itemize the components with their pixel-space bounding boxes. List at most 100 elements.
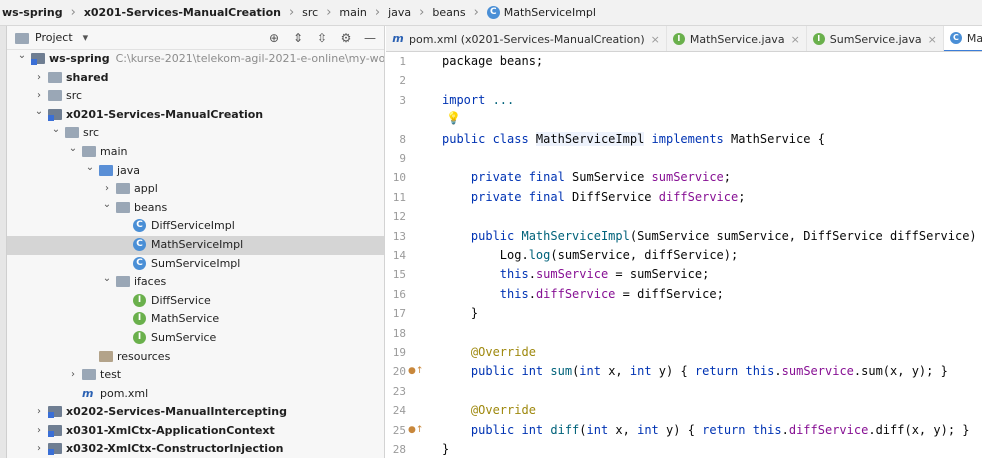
tree-item-pom-xml[interactable]: m pom.xml <box>7 385 384 404</box>
tree-item-text: resources <box>117 349 171 363</box>
close-icon[interactable]: × <box>791 33 800 46</box>
chevron-right-icon[interactable]: › <box>34 444 44 454</box>
code-token: y) { <box>666 422 703 437</box>
tree-item-label: src <box>66 89 82 102</box>
tab-pom-xml-x0201-services-manualcreation-[interactable]: m pom.xml (x0201-Services-ManualCreation)… <box>386 26 667 51</box>
code-token: return this <box>702 422 782 437</box>
tree-item-sumserviceimpl[interactable]: C SumServiceImpl <box>7 255 384 274</box>
hide-icon[interactable]: — <box>362 30 378 46</box>
tree-item-x0301-xmlctx-applicationcontext[interactable]: › x0301-XmlCtx-ApplicationContext <box>7 422 384 441</box>
tree-item-ws-spring[interactable]: ⌄ ws-spring C:\kurse-2021\telekom-agil-202… <box>7 50 384 69</box>
chevron-right-icon[interactable]: › <box>34 72 44 83</box>
chevron-down-icon[interactable]: ▾ <box>83 31 89 44</box>
code-token: ; <box>738 189 746 204</box>
project-panel-title[interactable]: Project <box>35 31 73 44</box>
tree-item-x0201-services-manualcreation[interactable]: ⌄ x0201-Services-ManualCreation <box>7 106 384 125</box>
tree-item-sumservice[interactable]: I SumService <box>7 329 384 348</box>
chevron-down-icon[interactable]: ⌄ <box>34 106 44 117</box>
code-token: = sumService; <box>608 267 710 282</box>
tree-item-shared[interactable]: › shared <box>7 69 384 88</box>
tree-item-main[interactable]: ⌄ main <box>7 143 384 162</box>
tree-item-x0302-xmlctx-constructorinjection[interactable]: › x0302-XmlCtx-ConstructorInjection <box>7 440 384 458</box>
chevron-down-icon[interactable]: ⌄ <box>17 51 27 61</box>
breadcrumb-item[interactable]: x0201-Services-ManualCreation <box>82 6 283 19</box>
chevron-right-icon[interactable]: › <box>68 370 78 380</box>
tree-item-diffserviceimpl[interactable]: C DiffServiceImpl <box>7 217 384 236</box>
expand-all-icon[interactable]: ⇕ <box>290 30 306 46</box>
chevron-down-icon[interactable]: ⌄ <box>51 125 61 135</box>
chevron-right-icon[interactable]: › <box>34 407 44 417</box>
tree-item-appl[interactable]: › appl <box>7 180 384 199</box>
tree-item-label: MathService <box>151 312 219 325</box>
tree-item-diffservice[interactable]: I DiffService <box>7 292 384 311</box>
code-token: int <box>629 364 659 379</box>
code-line: } <box>442 442 449 456</box>
code-token: . <box>528 286 536 301</box>
tree-item-test[interactable]: › test <box>7 366 384 385</box>
tree-item-mathserviceimpl[interactable]: C MathServiceImpl <box>7 235 384 255</box>
code-token: ( <box>579 422 587 437</box>
breadcrumb-item[interactable]: ws-spring <box>0 6 65 19</box>
tree-item-java[interactable]: ⌄ java <box>7 162 384 181</box>
code-token: private final <box>442 189 573 204</box>
code-area[interactable]: package beans; import ... 💡 public class Ma… <box>442 52 982 458</box>
tab-sumservice-java[interactable]: I SumService.java × <box>807 26 944 51</box>
breadcrumb-item[interactable]: main <box>337 6 368 19</box>
folder-icon <box>82 368 96 382</box>
override-marker-icon[interactable]: ●↑ <box>408 425 423 435</box>
tree-item-src[interactable]: › src <box>7 87 384 106</box>
tree-item-label: shared <box>66 71 109 84</box>
tab-label: MathService.java <box>689 32 785 46</box>
collapse-all-icon[interactable]: ⇳ <box>314 30 330 46</box>
tab-mathservice-java[interactable]: I MathService.java × <box>667 26 807 51</box>
project-tool-window-stripe[interactable] <box>0 26 7 458</box>
chevron-down-icon[interactable]: ⌄ <box>68 143 78 154</box>
locate-icon[interactable]: ⊕ <box>266 30 282 46</box>
tree-item-x0202-services-manualintercepting[interactable]: › x0202-Services-ManualIntercepting <box>7 403 384 422</box>
breadcrumb-item[interactable]: java <box>386 6 413 19</box>
code-line: public MathServiceImpl(SumService sumSer… <box>442 229 982 243</box>
code-line: } <box>442 306 478 320</box>
code-token: SumService <box>572 170 652 185</box>
breadcrumb-label: main <box>339 6 367 19</box>
code-token: (sumService, diffService); <box>550 248 739 262</box>
override-marker-icon[interactable]: ●↑ <box>408 366 423 376</box>
folder-icon <box>65 126 79 140</box>
breadcrumb-item[interactable]: src <box>300 6 320 19</box>
folder-icon <box>82 145 96 159</box>
chevron-right-icon[interactable]: › <box>34 425 44 436</box>
close-icon[interactable]: × <box>651 33 660 46</box>
tree-item-text: x0202-Services-ManualIntercepting <box>66 405 287 419</box>
breadcrumb-item[interactable]: beans <box>430 6 467 19</box>
code-editor[interactable]: 1 2 3 8 9 10 11 12 13 14 15 16 17 18 19 20 ●↑ 23 24 25 ●↑ 28 … <box>386 52 982 458</box>
tree-item-src[interactable]: ⌄ src <box>7 124 384 143</box>
tree-item-mathservice[interactable]: I MathService <box>7 310 384 329</box>
tree-item-text: x0201-Services-ManualCreation <box>66 107 264 121</box>
tree-item-text: shared <box>66 70 109 84</box>
chevron-down-icon[interactable]: ⌄ <box>102 199 112 210</box>
tree-item-text: pom.xml <box>100 386 149 400</box>
line-number: 23 <box>392 384 406 398</box>
chevron-down-icon[interactable]: ⌄ <box>102 274 112 284</box>
interface-icon: I <box>133 293 146 307</box>
package-icon <box>116 182 130 196</box>
breadcrumb-separator: › <box>70 5 76 20</box>
tab-label: pom.xml (x0201-Services-ManualCreation) <box>409 32 645 46</box>
close-icon[interactable]: × <box>928 33 937 46</box>
tree-item-text: x0301-XmlCtx-ApplicationContext <box>66 423 275 437</box>
tree-item-ifaces[interactable]: ⌄ ifaces <box>7 273 384 292</box>
tree-item-text: beans <box>134 200 168 214</box>
gear-icon[interactable]: ⚙ <box>338 30 354 46</box>
chevron-down-icon[interactable]: ⌄ <box>85 162 95 173</box>
tree-item-label: SumServiceImpl <box>151 257 240 270</box>
tree-item-label: appl <box>134 182 158 195</box>
breadcrumb-item[interactable]: C MathServiceImpl <box>485 6 598 19</box>
tree-item-resources[interactable]: resources <box>7 348 384 367</box>
package-icon <box>116 275 130 289</box>
lightbulb-icon[interactable]: 💡 <box>446 111 461 125</box>
chevron-right-icon[interactable]: › <box>102 184 112 194</box>
tree-item-label: x0301-XmlCtx-ApplicationContext <box>66 424 275 437</box>
chevron-right-icon[interactable]: › <box>34 91 44 101</box>
tree-item-beans[interactable]: ⌄ beans <box>7 199 384 218</box>
tab-mathserviceimpl-java[interactable]: CMathServiceImpl.java× <box>943 26 982 51</box>
